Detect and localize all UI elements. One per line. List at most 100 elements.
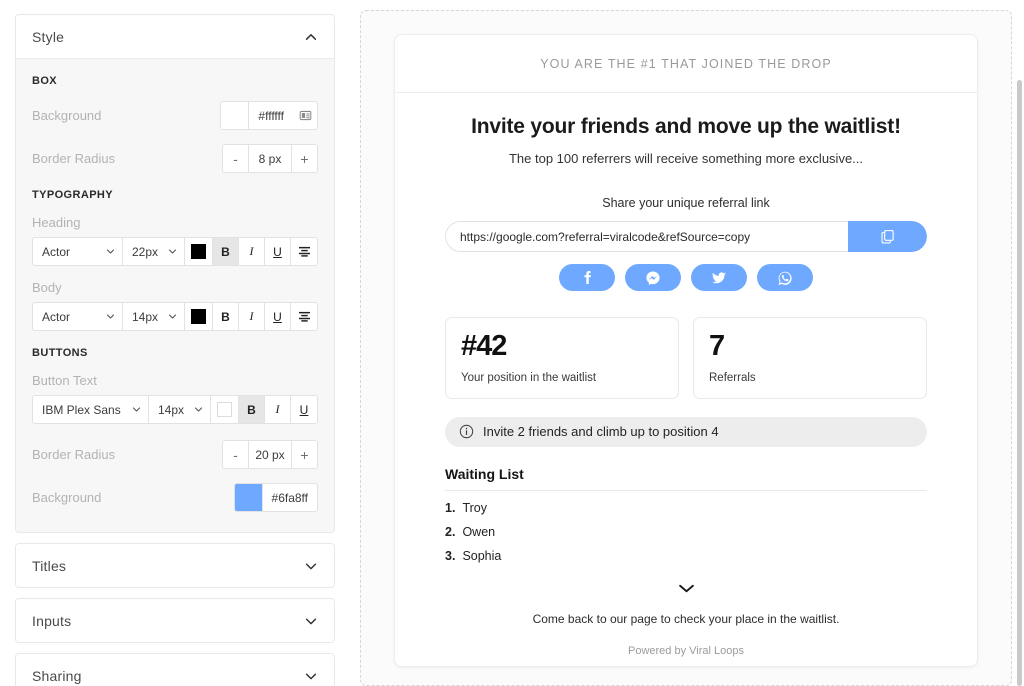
sidebar-section-sharing: Sharing <box>15 653 335 686</box>
stats-cards: #42 Your position in the waitlist 7 Refe… <box>445 317 927 399</box>
button-text-bold-button[interactable]: B <box>239 396 265 423</box>
align-center-icon[interactable] <box>291 238 317 265</box>
twitter-icon <box>712 271 726 285</box>
box-border-radius-row: Border Radius - 8 px + <box>32 144 318 173</box>
button-text-color-swatch[interactable] <box>211 396 239 423</box>
box-background-swatch[interactable] <box>221 102 249 129</box>
align-center-icon[interactable] <box>291 303 317 330</box>
button-text-italic-label: I <box>276 402 280 417</box>
buttons-background-swatch[interactable] <box>235 484 263 511</box>
powered-by-label: Powered by Viral Loops <box>445 645 927 657</box>
heading-bold-button[interactable]: B <box>213 238 239 265</box>
share-whatsapp-button[interactable] <box>757 264 813 291</box>
chevron-down-icon[interactable] <box>304 559 318 573</box>
style-sidebar: Style BOX Background #ffffff <box>0 0 350 686</box>
body-typography-bar: Actor 14px B I U <box>32 302 318 331</box>
waiting-list-expand-button[interactable] <box>445 583 927 594</box>
button-text-italic-button[interactable]: I <box>265 396 291 423</box>
preview-dashed-frame: YOU ARE THE #1 THAT JOINED THE DROP Invi… <box>360 10 1012 686</box>
share-link-label: Share your unique referral link <box>445 196 927 210</box>
heading-font-select[interactable]: Actor <box>33 238 123 265</box>
box-border-radius-increment[interactable]: + <box>292 145 317 172</box>
chevron-down-icon[interactable] <box>304 614 318 628</box>
body-font-select[interactable]: Actor <box>33 303 123 330</box>
titles-accordion-header[interactable]: Titles <box>16 544 334 587</box>
waiting-list-item-number: 1. <box>445 501 455 515</box>
inputs-accordion-title: Inputs <box>32 613 71 629</box>
chevron-down-icon[interactable] <box>304 669 318 683</box>
box-border-radius-decrement[interactable]: - <box>223 145 248 172</box>
button-text-underline-label: U <box>300 403 309 417</box>
copy-link-button[interactable] <box>848 221 927 252</box>
style-panel-body: BOX Background #ffffff <box>16 58 334 532</box>
box-background-value[interactable]: #ffffff <box>249 102 293 129</box>
box-section-label: BOX <box>32 75 318 87</box>
color-picker-icon[interactable] <box>293 102 317 129</box>
buttons-background-row: Background #6fa8ff <box>32 483 318 512</box>
stat-card-position: #42 Your position in the waitlist <box>445 317 679 399</box>
body-size-select[interactable]: 14px <box>123 303 185 330</box>
body-italic-button[interactable]: I <box>239 303 265 330</box>
waiting-list-item-number: 2. <box>445 525 455 539</box>
waiting-list-item-name: Troy <box>462 501 487 515</box>
style-accordion-title: Style <box>32 29 64 45</box>
style-accordion-header[interactable]: Style <box>16 15 334 58</box>
button-text-font-select[interactable]: IBM Plex Sans <box>33 396 149 423</box>
widget-footer-note: Come back to our page to check your plac… <box>445 612 927 626</box>
box-border-radius-stepper[interactable]: - 8 px + <box>222 144 318 173</box>
widget-top-banner-text: YOU ARE THE #1 THAT JOINED THE DROP <box>540 57 832 71</box>
share-facebook-button[interactable] <box>559 264 615 291</box>
social-share-buttons <box>445 264 927 291</box>
waiting-list-item-name: Owen <box>462 525 495 539</box>
buttons-border-radius-stepper[interactable]: - 20 px + <box>222 440 318 469</box>
chevron-down-icon <box>168 247 177 256</box>
heading-underline-button[interactable]: U <box>265 238 291 265</box>
sidebar-scrollbar-track[interactable] <box>1017 0 1022 686</box>
share-messenger-button[interactable] <box>625 264 681 291</box>
button-text-font-value: IBM Plex Sans <box>42 403 121 417</box>
heading-color-swatch[interactable] <box>185 238 213 265</box>
chevron-down-icon <box>194 405 203 414</box>
button-text-size-value: 14px <box>158 403 184 417</box>
box-background-color-field[interactable]: #ffffff <box>220 101 318 130</box>
box-border-radius-label: Border Radius <box>32 151 115 166</box>
facebook-icon <box>581 271 594 284</box>
buttons-border-radius-value[interactable]: 20 px <box>248 441 292 468</box>
body-bold-label: B <box>221 310 230 324</box>
inputs-accordion-header[interactable]: Inputs <box>16 599 334 642</box>
sidebar-scrollbar-thumb[interactable] <box>1017 80 1022 686</box>
heading-font-value: Actor <box>42 245 70 259</box>
referral-link-row: https://google.com?referral=viralcode&re… <box>445 221 927 252</box>
share-twitter-button[interactable] <box>691 264 747 291</box>
collapsed-sections: Titles Inputs Sharing Trigger Button <box>0 543 350 686</box>
buttons-border-radius-increment[interactable]: + <box>292 441 317 468</box>
whatsapp-icon <box>778 271 792 285</box>
app-root: Style BOX Background #ffffff <box>0 0 1024 686</box>
buttons-border-radius-row: Border Radius - 20 px + <box>32 440 318 469</box>
stat-position-caption: Your position in the waitlist <box>461 372 663 384</box>
sharing-accordion-header[interactable]: Sharing <box>16 654 334 686</box>
box-border-radius-value[interactable]: 8 px <box>248 145 292 172</box>
widget-top-banner: YOU ARE THE #1 THAT JOINED THE DROP <box>395 35 977 93</box>
button-text-size-select[interactable]: 14px <box>149 396 211 423</box>
buttons-background-color-field[interactable]: #6fa8ff <box>234 483 318 512</box>
buttons-border-radius-decrement[interactable]: - <box>223 441 248 468</box>
body-underline-button[interactable]: U <box>265 303 291 330</box>
referral-link-input[interactable]: https://google.com?referral=viralcode&re… <box>445 221 848 252</box>
box-background-label: Background <box>32 108 101 123</box>
body-color-swatch[interactable] <box>185 303 213 330</box>
button-text-underline-button[interactable]: U <box>291 396 317 423</box>
body-italic-label: I <box>250 309 254 324</box>
button-text-bold-label: B <box>247 403 256 417</box>
buttons-background-label: Background <box>32 490 101 505</box>
buttons-background-value[interactable]: #6fa8ff <box>263 484 317 511</box>
typography-section-label: TYPOGRAPHY <box>32 189 318 201</box>
heading-size-select[interactable]: 22px <box>123 238 185 265</box>
widget-heading: Invite your friends and move up the wait… <box>445 115 927 139</box>
button-text-field-label: Button Text <box>32 373 318 388</box>
chevron-up-icon[interactable] <box>304 30 318 44</box>
list-item: 1. Troy <box>445 491 927 515</box>
body-bold-button[interactable]: B <box>213 303 239 330</box>
heading-italic-button[interactable]: I <box>239 238 265 265</box>
style-panel: Style BOX Background #ffffff <box>15 14 335 533</box>
